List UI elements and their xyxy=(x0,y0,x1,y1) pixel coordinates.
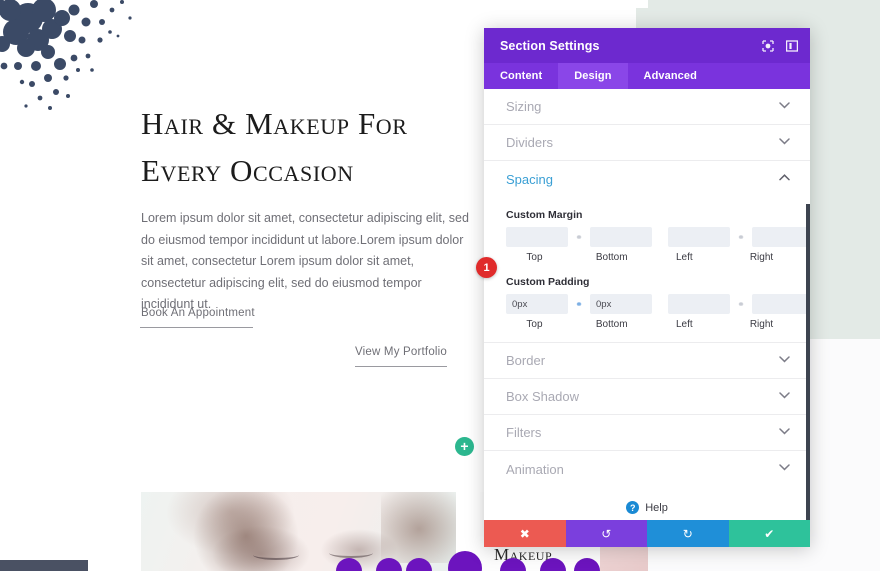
chevron-down-icon xyxy=(779,391,790,402)
padding-bottom-input[interactable] xyxy=(590,294,652,314)
chevron-up-icon xyxy=(779,174,790,184)
section-settings-modal: Section Settings Content Design Advanced… xyxy=(484,28,810,547)
accordion-border-label: Border xyxy=(506,353,546,368)
accordion-spacing-label: Spacing xyxy=(506,171,553,187)
spacing-controls: Custom Margin ⚭ ⚭ Top Bottom Left Right … xyxy=(484,197,810,343)
discard-button[interactable]: ✖ xyxy=(484,520,566,547)
custom-padding-label: Custom Padding xyxy=(506,276,590,288)
photo-hair-right xyxy=(381,492,456,563)
save-button[interactable]: ✔ xyxy=(728,520,810,547)
page-title: Hair & Makeup For Every Occasion xyxy=(141,106,408,188)
padding-bottom-tail: Bottom xyxy=(595,319,628,330)
link-icon[interactable]: ⚭ xyxy=(730,232,752,243)
margin-top-input[interactable] xyxy=(506,227,568,247)
link-icon[interactable]: ⚭ xyxy=(568,299,590,310)
margin-right-input[interactable] xyxy=(752,227,810,247)
help-link[interactable]: ? Help xyxy=(484,487,810,514)
accordion-dividers[interactable]: Dividers xyxy=(484,125,810,161)
portrait-photo xyxy=(141,492,456,571)
photo-eye-left xyxy=(253,550,299,560)
view-portfolio-button[interactable]: View My Portfolio xyxy=(355,346,447,367)
padding-left-tail: Left xyxy=(675,319,693,330)
view-portfolio-underline xyxy=(355,366,447,367)
link-icon[interactable]: ⚭ xyxy=(568,232,590,243)
book-appointment-button[interactable]: Book An Appointment xyxy=(140,307,255,328)
accordion-box-shadow-label: Box Shadow xyxy=(506,389,579,404)
footer-dark-bar xyxy=(0,560,88,571)
custom-margin-label: Custom Margin xyxy=(506,209,583,221)
custom-margin-row: ⚭ ⚭ xyxy=(506,226,810,248)
accordion-animation[interactable]: Animation xyxy=(484,451,810,487)
question-mark-icon: ? xyxy=(626,501,640,514)
margin-bottom-tail: Bottom xyxy=(595,252,628,263)
chevron-down-icon xyxy=(779,101,790,112)
white-notch xyxy=(636,0,648,8)
hero-paragraph: Lorem ipsum dolor sit amet, consectetur … xyxy=(141,211,469,311)
book-appointment-label: Book An Appointment xyxy=(141,307,255,319)
add-section-button[interactable]: + xyxy=(455,437,474,456)
margin-tails: Top Bottom Left Right xyxy=(506,252,790,263)
margin-right-tail: Right xyxy=(749,252,774,263)
chevron-down-icon xyxy=(779,355,790,366)
tab-advanced[interactable]: Advanced xyxy=(628,63,713,89)
book-appointment-underline xyxy=(140,327,253,328)
custom-padding-row: ⚭ ⚭ xyxy=(506,293,810,315)
chevron-down-icon xyxy=(779,464,790,474)
accordion-dividers-label: Dividers xyxy=(506,135,553,150)
modal-footer: ✖ ↺ ↻ ✔ xyxy=(484,520,810,547)
step-badge-1: 1 xyxy=(476,257,497,278)
modal-body: Sizing Dividers Spacing Custom Margin ⚭ … xyxy=(484,89,810,520)
accordion-spacing[interactable]: Spacing xyxy=(484,161,810,197)
margin-left-input[interactable] xyxy=(668,227,730,247)
redo-button[interactable]: ↻ xyxy=(647,520,729,547)
hero-content: Hair & Makeup For Every Occasion Lorem i… xyxy=(141,100,471,316)
help-label: Help xyxy=(645,501,668,514)
accordion-filters-label: Filters xyxy=(506,425,542,440)
tab-design[interactable]: Design xyxy=(558,63,628,89)
chevron-down-icon xyxy=(779,427,790,438)
view-portfolio-label: View My Portfolio xyxy=(355,346,448,358)
padding-right-input[interactable] xyxy=(752,294,810,314)
accordion-sizing[interactable]: Sizing xyxy=(484,89,810,125)
page-root: Hair & Makeup For Every Occasion Lorem i… xyxy=(0,0,880,571)
chevron-down-icon xyxy=(779,137,790,148)
margin-top-tail: Top xyxy=(526,252,543,263)
layout-icon[interactable] xyxy=(784,38,800,54)
accordion-filters[interactable]: Filters xyxy=(484,415,810,451)
padding-top-tail: Top xyxy=(526,319,543,330)
padding-right-tail: Right xyxy=(749,319,774,330)
modal-scrollbar[interactable] xyxy=(806,204,810,520)
padding-tails: Top Bottom Left Right xyxy=(506,319,790,330)
undo-button[interactable]: ↺ xyxy=(565,520,647,547)
margin-left-tail: Left xyxy=(675,252,693,263)
link-icon[interactable]: ⚭ xyxy=(730,299,752,310)
accordion-animation-label: Animation xyxy=(506,461,564,477)
accordion-border[interactable]: Border xyxy=(484,343,810,379)
accordion-sizing-label: Sizing xyxy=(506,99,542,114)
photo-eye-right xyxy=(329,548,373,558)
modal-header: Section Settings xyxy=(484,28,810,63)
padding-left-input[interactable] xyxy=(668,294,730,314)
expand-icon[interactable] xyxy=(760,38,776,54)
modal-tabs: Content Design Advanced xyxy=(484,63,810,89)
accordion-box-shadow[interactable]: Box Shadow xyxy=(484,379,810,415)
margin-bottom-input[interactable] xyxy=(590,227,652,247)
padding-top-input[interactable] xyxy=(506,294,568,314)
tab-content[interactable]: Content xyxy=(484,63,558,89)
modal-title: Section Settings xyxy=(500,38,600,53)
